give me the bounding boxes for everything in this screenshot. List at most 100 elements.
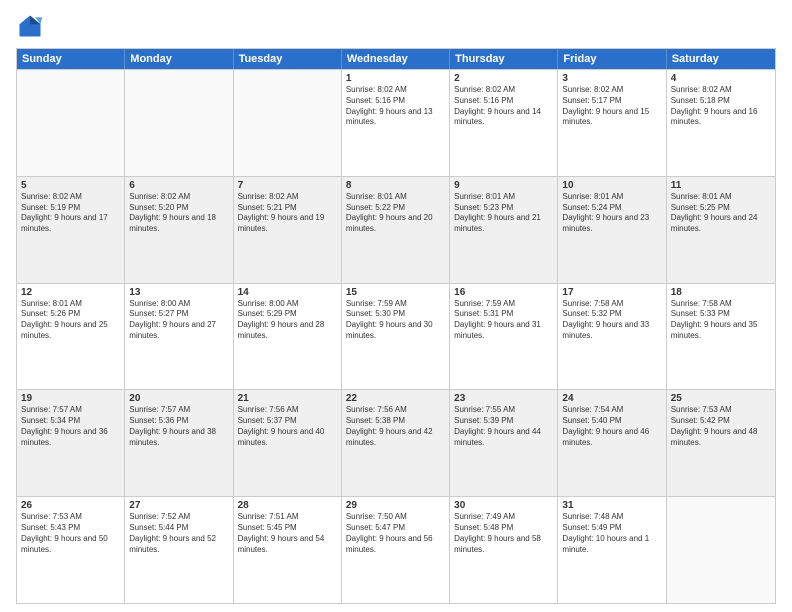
day-cell-4: 4Sunrise: 8:02 AM Sunset: 5:18 PM Daylig… bbox=[667, 70, 775, 176]
cell-info: Sunrise: 8:00 AM Sunset: 5:27 PM Dayligh… bbox=[129, 299, 228, 342]
empty-cell bbox=[667, 497, 775, 603]
day-number: 19 bbox=[21, 393, 120, 404]
day-cell-2: 2Sunrise: 8:02 AM Sunset: 5:16 PM Daylig… bbox=[450, 70, 558, 176]
day-number: 30 bbox=[454, 500, 553, 511]
empty-cell bbox=[17, 70, 125, 176]
cell-info: Sunrise: 8:01 AM Sunset: 5:22 PM Dayligh… bbox=[346, 192, 445, 235]
cell-info: Sunrise: 7:53 AM Sunset: 5:43 PM Dayligh… bbox=[21, 512, 120, 555]
day-number: 16 bbox=[454, 287, 553, 298]
weekday-header-tuesday: Tuesday bbox=[234, 49, 342, 69]
calendar-row-4: 26Sunrise: 7:53 AM Sunset: 5:43 PM Dayli… bbox=[17, 496, 775, 603]
day-cell-8: 8Sunrise: 8:01 AM Sunset: 5:22 PM Daylig… bbox=[342, 177, 450, 283]
cell-info: Sunrise: 7:55 AM Sunset: 5:39 PM Dayligh… bbox=[454, 405, 553, 448]
day-cell-1: 1Sunrise: 8:02 AM Sunset: 5:16 PM Daylig… bbox=[342, 70, 450, 176]
day-number: 29 bbox=[346, 500, 445, 511]
day-number: 7 bbox=[238, 180, 337, 191]
cell-info: Sunrise: 8:01 AM Sunset: 5:24 PM Dayligh… bbox=[562, 192, 661, 235]
day-number: 4 bbox=[671, 73, 771, 84]
calendar-row-0: 1Sunrise: 8:02 AM Sunset: 5:16 PM Daylig… bbox=[17, 69, 775, 176]
day-cell-31: 31Sunrise: 7:48 AM Sunset: 5:49 PM Dayli… bbox=[558, 497, 666, 603]
day-number: 13 bbox=[129, 287, 228, 298]
day-number: 10 bbox=[562, 180, 661, 191]
day-number: 17 bbox=[562, 287, 661, 298]
cell-info: Sunrise: 8:01 AM Sunset: 5:25 PM Dayligh… bbox=[671, 192, 771, 235]
day-cell-28: 28Sunrise: 7:51 AM Sunset: 5:45 PM Dayli… bbox=[234, 497, 342, 603]
empty-cell bbox=[234, 70, 342, 176]
calendar-row-3: 19Sunrise: 7:57 AM Sunset: 5:34 PM Dayli… bbox=[17, 389, 775, 496]
weekday-header-thursday: Thursday bbox=[450, 49, 558, 69]
day-number: 24 bbox=[562, 393, 661, 404]
cell-info: Sunrise: 7:58 AM Sunset: 5:32 PM Dayligh… bbox=[562, 299, 661, 342]
day-number: 2 bbox=[454, 73, 553, 84]
cell-info: Sunrise: 7:57 AM Sunset: 5:36 PM Dayligh… bbox=[129, 405, 228, 448]
cell-info: Sunrise: 7:48 AM Sunset: 5:49 PM Dayligh… bbox=[562, 512, 661, 555]
weekday-header-wednesday: Wednesday bbox=[342, 49, 450, 69]
cell-info: Sunrise: 7:57 AM Sunset: 5:34 PM Dayligh… bbox=[21, 405, 120, 448]
day-number: 6 bbox=[129, 180, 228, 191]
day-cell-22: 22Sunrise: 7:56 AM Sunset: 5:38 PM Dayli… bbox=[342, 390, 450, 496]
day-number: 3 bbox=[562, 73, 661, 84]
day-number: 18 bbox=[671, 287, 771, 298]
cell-info: Sunrise: 7:58 AM Sunset: 5:33 PM Dayligh… bbox=[671, 299, 771, 342]
cell-info: Sunrise: 7:52 AM Sunset: 5:44 PM Dayligh… bbox=[129, 512, 228, 555]
day-cell-7: 7Sunrise: 8:02 AM Sunset: 5:21 PM Daylig… bbox=[234, 177, 342, 283]
calendar-row-1: 5Sunrise: 8:02 AM Sunset: 5:19 PM Daylig… bbox=[17, 176, 775, 283]
day-number: 23 bbox=[454, 393, 553, 404]
cell-info: Sunrise: 8:02 AM Sunset: 5:16 PM Dayligh… bbox=[346, 85, 445, 128]
day-number: 21 bbox=[238, 393, 337, 404]
day-number: 28 bbox=[238, 500, 337, 511]
page-header bbox=[16, 12, 776, 40]
cell-info: Sunrise: 7:53 AM Sunset: 5:42 PM Dayligh… bbox=[671, 405, 771, 448]
day-cell-13: 13Sunrise: 8:00 AM Sunset: 5:27 PM Dayli… bbox=[125, 284, 233, 390]
calendar-header: SundayMondayTuesdayWednesdayThursdayFrid… bbox=[17, 49, 775, 69]
day-cell-25: 25Sunrise: 7:53 AM Sunset: 5:42 PM Dayli… bbox=[667, 390, 775, 496]
day-number: 9 bbox=[454, 180, 553, 191]
cell-info: Sunrise: 7:54 AM Sunset: 5:40 PM Dayligh… bbox=[562, 405, 661, 448]
weekday-header-saturday: Saturday bbox=[667, 49, 775, 69]
cell-info: Sunrise: 8:01 AM Sunset: 5:23 PM Dayligh… bbox=[454, 192, 553, 235]
cell-info: Sunrise: 8:02 AM Sunset: 5:19 PM Dayligh… bbox=[21, 192, 120, 235]
day-cell-26: 26Sunrise: 7:53 AM Sunset: 5:43 PM Dayli… bbox=[17, 497, 125, 603]
cell-info: Sunrise: 7:56 AM Sunset: 5:37 PM Dayligh… bbox=[238, 405, 337, 448]
day-number: 1 bbox=[346, 73, 445, 84]
weekday-header-sunday: Sunday bbox=[17, 49, 125, 69]
day-number: 15 bbox=[346, 287, 445, 298]
day-number: 11 bbox=[671, 180, 771, 191]
day-cell-29: 29Sunrise: 7:50 AM Sunset: 5:47 PM Dayli… bbox=[342, 497, 450, 603]
day-cell-27: 27Sunrise: 7:52 AM Sunset: 5:44 PM Dayli… bbox=[125, 497, 233, 603]
cell-info: Sunrise: 8:01 AM Sunset: 5:26 PM Dayligh… bbox=[21, 299, 120, 342]
day-cell-9: 9Sunrise: 8:01 AM Sunset: 5:23 PM Daylig… bbox=[450, 177, 558, 283]
calendar-row-2: 12Sunrise: 8:01 AM Sunset: 5:26 PM Dayli… bbox=[17, 283, 775, 390]
empty-cell bbox=[125, 70, 233, 176]
day-cell-12: 12Sunrise: 8:01 AM Sunset: 5:26 PM Dayli… bbox=[17, 284, 125, 390]
cell-info: Sunrise: 8:02 AM Sunset: 5:18 PM Dayligh… bbox=[671, 85, 771, 128]
day-cell-6: 6Sunrise: 8:02 AM Sunset: 5:20 PM Daylig… bbox=[125, 177, 233, 283]
day-cell-18: 18Sunrise: 7:58 AM Sunset: 5:33 PM Dayli… bbox=[667, 284, 775, 390]
cell-info: Sunrise: 7:59 AM Sunset: 5:30 PM Dayligh… bbox=[346, 299, 445, 342]
cell-info: Sunrise: 8:02 AM Sunset: 5:16 PM Dayligh… bbox=[454, 85, 553, 128]
cell-info: Sunrise: 8:02 AM Sunset: 5:20 PM Dayligh… bbox=[129, 192, 228, 235]
day-cell-11: 11Sunrise: 8:01 AM Sunset: 5:25 PM Dayli… bbox=[667, 177, 775, 283]
day-number: 26 bbox=[21, 500, 120, 511]
cell-info: Sunrise: 7:51 AM Sunset: 5:45 PM Dayligh… bbox=[238, 512, 337, 555]
calendar: SundayMondayTuesdayWednesdayThursdayFrid… bbox=[16, 48, 776, 604]
day-number: 14 bbox=[238, 287, 337, 298]
day-cell-16: 16Sunrise: 7:59 AM Sunset: 5:31 PM Dayli… bbox=[450, 284, 558, 390]
day-cell-3: 3Sunrise: 8:02 AM Sunset: 5:17 PM Daylig… bbox=[558, 70, 666, 176]
day-cell-24: 24Sunrise: 7:54 AM Sunset: 5:40 PM Dayli… bbox=[558, 390, 666, 496]
cell-info: Sunrise: 8:02 AM Sunset: 5:17 PM Dayligh… bbox=[562, 85, 661, 128]
day-cell-15: 15Sunrise: 7:59 AM Sunset: 5:30 PM Dayli… bbox=[342, 284, 450, 390]
cell-info: Sunrise: 7:50 AM Sunset: 5:47 PM Dayligh… bbox=[346, 512, 445, 555]
day-cell-5: 5Sunrise: 8:02 AM Sunset: 5:19 PM Daylig… bbox=[17, 177, 125, 283]
cell-info: Sunrise: 7:56 AM Sunset: 5:38 PM Dayligh… bbox=[346, 405, 445, 448]
day-number: 22 bbox=[346, 393, 445, 404]
day-number: 8 bbox=[346, 180, 445, 191]
weekday-header-friday: Friday bbox=[558, 49, 666, 69]
day-number: 31 bbox=[562, 500, 661, 511]
logo bbox=[16, 12, 48, 40]
day-number: 5 bbox=[21, 180, 120, 191]
cell-info: Sunrise: 8:00 AM Sunset: 5:29 PM Dayligh… bbox=[238, 299, 337, 342]
day-number: 20 bbox=[129, 393, 228, 404]
page: SundayMondayTuesdayWednesdayThursdayFrid… bbox=[0, 0, 792, 612]
day-number: 12 bbox=[21, 287, 120, 298]
